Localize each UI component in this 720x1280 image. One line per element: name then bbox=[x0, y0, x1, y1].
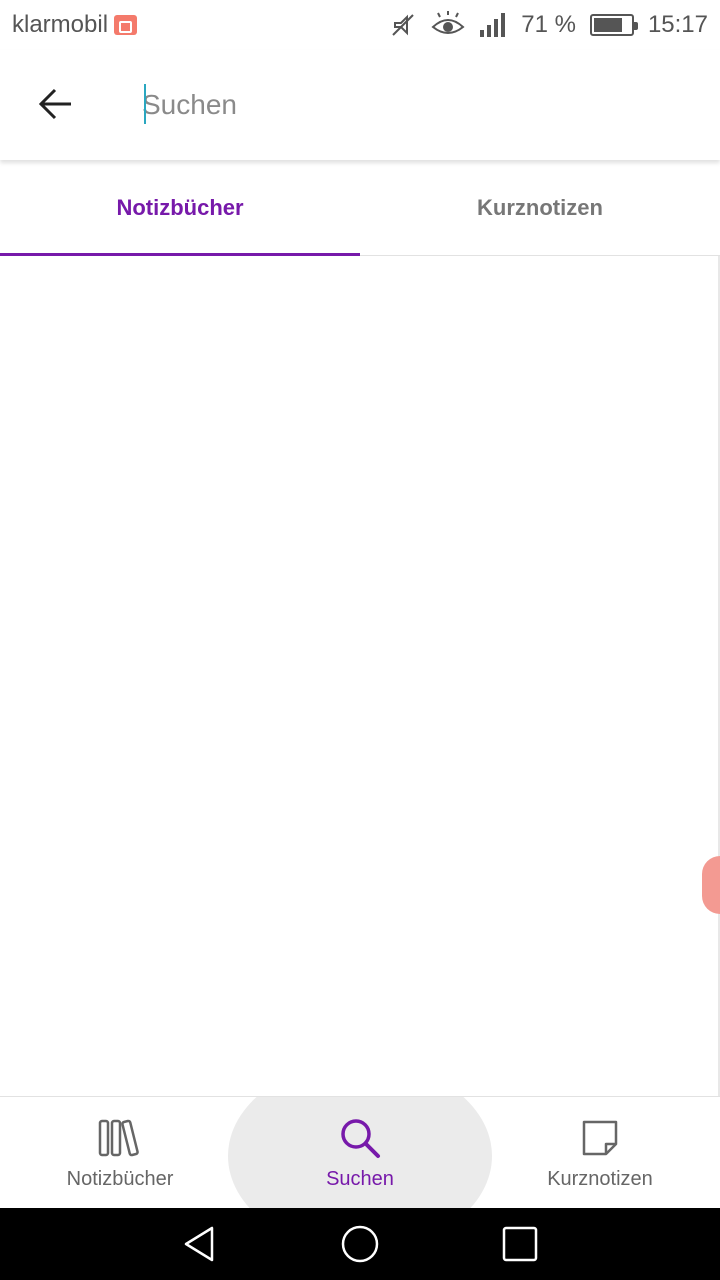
back-button[interactable] bbox=[26, 78, 86, 130]
bottom-navigation: Notizbücher Suchen Kurznotizen bbox=[0, 1096, 720, 1208]
clock: 15:17 bbox=[647, 11, 708, 38]
status-icons: 71 % 15:17 bbox=[389, 11, 708, 39]
square-recents-icon bbox=[502, 1226, 538, 1262]
system-recents-button[interactable] bbox=[490, 1214, 550, 1274]
status-bar: klarmobil 71 % 15:17 bbox=[0, 0, 720, 50]
mute-icon bbox=[392, 14, 414, 36]
eye-comfort-icon bbox=[431, 11, 465, 34]
signal-icon bbox=[480, 13, 506, 37]
battery-icon bbox=[589, 14, 638, 36]
nav-item-search[interactable]: Suchen bbox=[240, 1097, 480, 1208]
carrier-name: klarmobil bbox=[12, 11, 109, 38]
search-results-area bbox=[0, 256, 720, 1096]
camera-record-icon bbox=[114, 15, 138, 35]
search-icon bbox=[339, 1116, 381, 1160]
search-header bbox=[0, 50, 720, 160]
tab-quick-notes[interactable]: Kurznotizen bbox=[360, 160, 720, 256]
sticky-note-icon bbox=[580, 1116, 620, 1160]
system-home-button[interactable] bbox=[330, 1214, 390, 1274]
triangle-back-icon bbox=[184, 1226, 214, 1262]
search-input[interactable] bbox=[142, 80, 682, 130]
nav-label: Notizbücher bbox=[66, 1167, 174, 1190]
notebooks-icon bbox=[98, 1116, 142, 1160]
nav-label: Kurznotizen bbox=[547, 1167, 653, 1190]
arrow-left-icon bbox=[38, 88, 71, 120]
nav-item-quick-notes[interactable]: Kurznotizen bbox=[480, 1097, 720, 1208]
tab-bar: Notizbücher Kurznotizen bbox=[0, 160, 720, 257]
system-navigation-bar bbox=[0, 1208, 720, 1280]
tab-notebooks[interactable]: Notizbücher bbox=[0, 160, 360, 257]
edge-handle[interactable] bbox=[702, 856, 720, 914]
nav-label: Suchen bbox=[326, 1167, 394, 1190]
battery-percent: 71 % bbox=[521, 11, 576, 38]
system-back-button[interactable] bbox=[170, 1214, 230, 1274]
circle-home-icon bbox=[341, 1225, 379, 1263]
nav-item-notebooks[interactable]: Notizbücher bbox=[0, 1097, 240, 1208]
text-caret bbox=[144, 84, 146, 124]
battery-fill bbox=[593, 18, 623, 32]
